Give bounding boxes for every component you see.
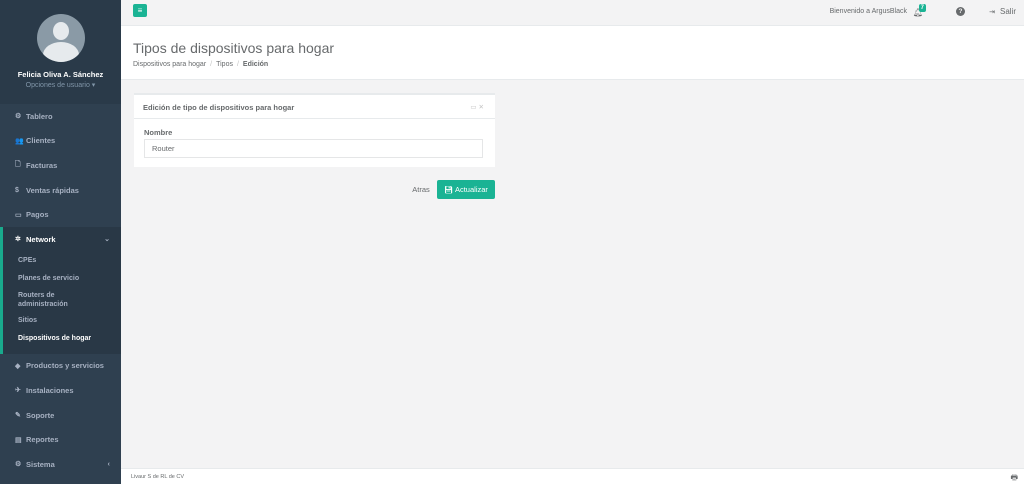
user-options-dropdown[interactable]: Opciones de usuario ▾	[0, 81, 121, 89]
update-button[interactable]: 💾︎ Actualizar	[437, 180, 495, 199]
dollar-icon: $	[15, 186, 19, 194]
nav-item-facturas[interactable]: 🗋 Facturas	[0, 153, 121, 178]
breadcrumb-link[interactable]: Dispositivos para hogar	[133, 61, 206, 68]
wrench-icon: ✎	[15, 412, 21, 420]
breadcrumb-link[interactable]: Tipos	[216, 61, 233, 68]
page-title: Tipos de dispositivos para hogar	[133, 40, 335, 56]
chevron-left-icon: ‹	[107, 460, 110, 468]
save-icon: 💾︎	[444, 186, 453, 194]
name-input[interactable]	[144, 139, 483, 158]
sidebar-item-routers-administracion[interactable]: Routers de administración	[3, 288, 121, 312]
rocket-icon: ✈	[15, 387, 21, 395]
nav-item-tablero[interactable]: ⚙ Tablero	[0, 104, 121, 129]
nav-item-sistema[interactable]: ⚙ Sistema ‹	[0, 452, 121, 477]
footer-text: Livaur S de RL de CV	[131, 474, 184, 480]
nav-label: Ventas rápidas	[26, 185, 79, 195]
sidebar-item-label: Routers de administración	[18, 291, 68, 308]
breadcrumb-current: Edición	[242, 61, 269, 68]
breadcrumb: Dispositivos para hogar / Tipos / Edición	[133, 61, 268, 68]
nav-label: Soporte	[26, 410, 55, 420]
nav-label: Pagos	[26, 210, 49, 220]
tag-icon: ◆	[15, 362, 21, 370]
nav-label: Productos y servicios	[26, 361, 104, 371]
sidebar: Felicia Oliva A. Sánchez Opciones de usu…	[0, 0, 121, 484]
footer: Livaur S de RL de CV 🖶︎	[121, 468, 1024, 484]
network-icon: ✲	[15, 236, 21, 244]
document-icon: 🗋	[15, 160, 21, 168]
nav-item-instalaciones[interactable]: ✈ Instalaciones	[0, 378, 121, 403]
sidebar-item-planes-servicio[interactable]: Planes de servicio	[3, 270, 121, 288]
help-icon[interactable]: ?	[956, 7, 965, 16]
breadcrumb-separator: /	[236, 61, 239, 68]
welcome-message: Bienvenido a ArgusBlack	[829, 8, 907, 15]
nav-group-network: ✲ Network ⌄ CPEs Planes de servicio Rout…	[0, 226, 121, 354]
card-icon: ▭	[15, 211, 22, 219]
print-icon[interactable]: 🖶︎	[1010, 472, 1018, 484]
nav-label: Clientes	[26, 136, 56, 146]
card-header: Edición de tipo de dispositivos para hog…	[134, 95, 495, 119]
profile-panel: Felicia Oliva A. Sánchez Opciones de usu…	[0, 0, 121, 104]
close-icon[interactable]: ✕	[479, 104, 486, 111]
sidebar-item-sitios[interactable]: Sitios	[3, 312, 121, 330]
notification-badge[interactable]: 7	[918, 4, 926, 12]
logout-link[interactable]: ⇥ Salir	[989, 7, 1016, 16]
card-tools: ▭✕	[470, 103, 486, 111]
dashboard-icon: ⚙	[15, 113, 22, 121]
nav-item-network[interactable]: ✲ Network ⌄	[3, 227, 121, 252]
user-name: Felicia Oliva A. Sánchez	[17, 70, 104, 79]
nav-label: Network	[26, 234, 56, 244]
name-field-label: Nombre	[144, 128, 173, 137]
sidebar-item-dispositivos-hogar[interactable]: Dispositivos de hogar	[3, 330, 121, 348]
users-icon: 👥	[15, 137, 24, 145]
avatar-head	[53, 22, 69, 40]
sign-out-icon: ⇥	[989, 9, 995, 16]
collapse-icon[interactable]: ▭	[470, 104, 478, 111]
sidebar-item-cpes[interactable]: CPEs	[3, 252, 121, 270]
nav-label: Reportes	[26, 435, 59, 445]
back-button[interactable]: Atras	[407, 180, 435, 198]
edit-card: Edición de tipo de dispositivos para hog…	[134, 93, 495, 167]
card-title: Edición de tipo de dispositivos para hog…	[143, 103, 295, 112]
menu-toggle-button[interactable]: ≡	[133, 4, 147, 17]
nav-item-productos-servicios[interactable]: ◆ Productos y servicios	[0, 354, 121, 379]
page-heading: Tipos de dispositivos para hogar Disposi…	[121, 26, 1024, 80]
nav-label: Sistema	[26, 459, 55, 469]
avatar[interactable]	[37, 14, 85, 62]
chevron-down-icon: ⌄	[104, 236, 110, 244]
cogs-icon: ⚙	[15, 461, 22, 469]
nav-item-pagos[interactable]: ▭ Pagos	[0, 202, 121, 227]
nav-item-ventas-rapidas[interactable]: $ Ventas rápidas	[0, 178, 121, 203]
nav-label: Facturas	[26, 160, 58, 170]
nav-item-soporte[interactable]: ✎ Soporte	[0, 403, 121, 428]
chart-icon: ▤	[15, 436, 22, 444]
nav-label: Tablero	[26, 111, 53, 121]
nav-item-clientes[interactable]: 👥 Clientes	[0, 129, 121, 154]
logout-label: Salir	[999, 7, 1016, 16]
top-navbar: ≡ Bienvenido a ArgusBlack 🔔︎ 7 ? ⇥ Salir	[121, 0, 1024, 26]
update-label: Actualizar	[454, 185, 488, 194]
breadcrumb-separator: /	[210, 61, 213, 68]
nav-menu: ⚙ Tablero 👥 Clientes 🗋 Facturas $ Ventas…	[0, 104, 121, 477]
nav-label: Instalaciones	[26, 385, 74, 395]
avatar-body	[43, 42, 79, 62]
nav-item-reportes[interactable]: ▤ Reportes	[0, 427, 121, 452]
